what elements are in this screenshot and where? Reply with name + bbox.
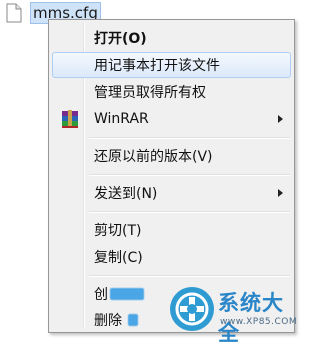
menu-item-winrar[interactable]: WinRAR bbox=[52, 106, 291, 132]
menu-item-label: 复制(C) bbox=[94, 250, 143, 266]
menu-item-label: WinRAR bbox=[94, 111, 149, 127]
menu-item-open[interactable]: 打开(O) bbox=[52, 25, 291, 51]
watermark-url: www.XP85.COM bbox=[220, 317, 298, 327]
menu-item-restore-previous[interactable]: 还原以前的版本(V) bbox=[52, 143, 291, 169]
document-icon bbox=[6, 3, 24, 23]
menu-separator bbox=[89, 275, 290, 277]
menu-item-label: 删除 bbox=[94, 313, 122, 329]
watermark: 系统大全 www.XP85.COM bbox=[170, 285, 304, 345]
menu-separator bbox=[89, 211, 290, 213]
submenu-arrow-icon bbox=[278, 115, 283, 123]
menu-separator bbox=[89, 137, 290, 139]
submenu-arrow-icon bbox=[278, 189, 283, 197]
menu-item-label: 剪切(T) bbox=[94, 223, 142, 239]
menu-item-take-ownership[interactable]: 管理员取得所有权 bbox=[52, 79, 291, 105]
menu-item-label: 管理员取得所有权 bbox=[94, 85, 206, 101]
menu-item-label: 创 bbox=[94, 287, 108, 303]
menu-item-label: 打开(O) bbox=[94, 31, 147, 47]
menu-item-label: 用记事本打开该文件 bbox=[94, 58, 220, 74]
menu-separator bbox=[89, 174, 290, 176]
watermark-logo-icon bbox=[170, 287, 214, 331]
menu-item-send-to[interactable]: 发送到(N) bbox=[52, 180, 291, 206]
menu-item-open-with-notepad[interactable]: 用记事本打开该文件 bbox=[52, 52, 291, 78]
menu-item-label: 发送到(N) bbox=[94, 186, 158, 202]
menu-item-copy[interactable]: 复制(C) bbox=[52, 244, 291, 270]
menu-item-label: 还原以前的版本(V) bbox=[94, 149, 213, 165]
obscured-text bbox=[128, 314, 138, 326]
obscured-text bbox=[110, 288, 144, 300]
winrar-icon bbox=[60, 109, 80, 129]
menu-item-cut[interactable]: 剪切(T) bbox=[52, 217, 291, 243]
